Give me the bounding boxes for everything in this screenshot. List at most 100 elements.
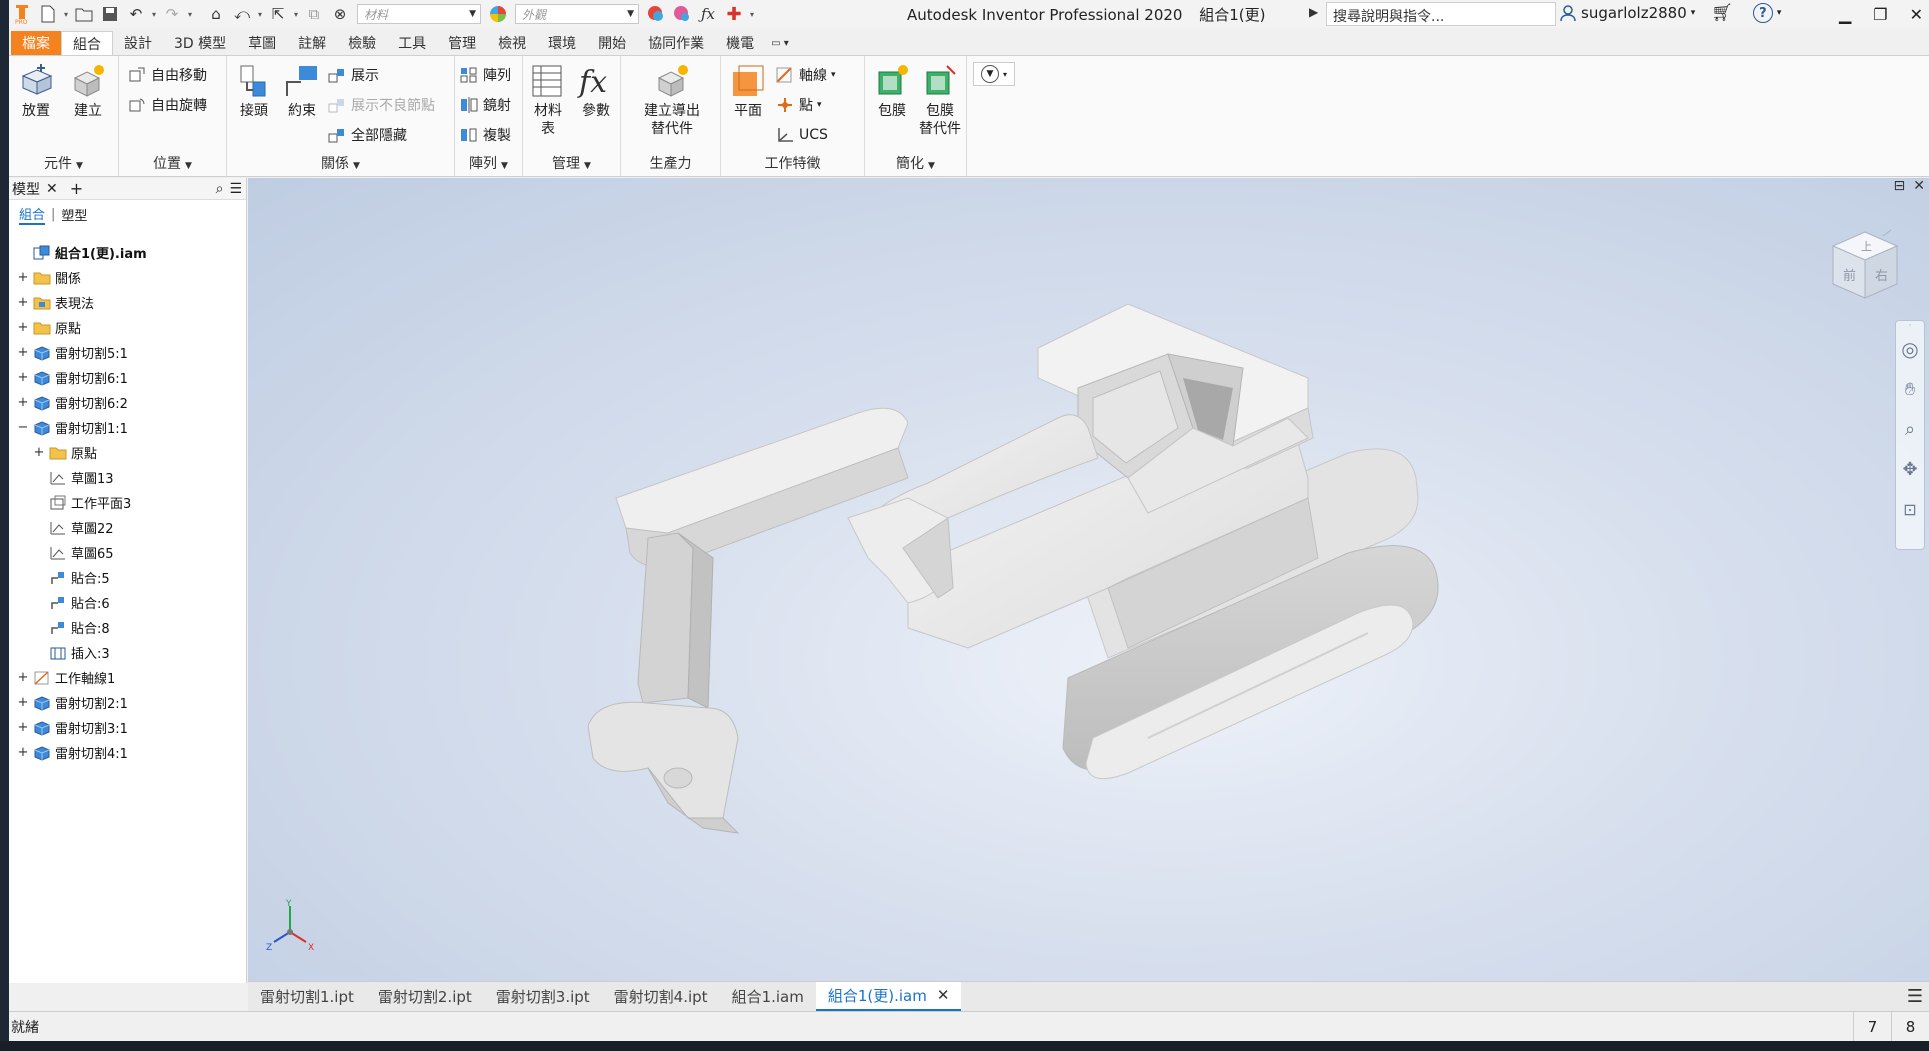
inventor-logo-icon[interactable]: PRO — [11, 3, 33, 25]
undo-dropdown-icon[interactable]: ▾ — [149, 10, 159, 19]
tree-node[interactable]: 貼合:5 — [9, 565, 247, 590]
help-dropdown-icon[interactable]: ▾ — [1777, 8, 1782, 18]
create-derived-substitute-button[interactable]: 建立導出 替代件 — [635, 62, 709, 138]
show-sick-button[interactable]: 展示不良節點 — [327, 94, 435, 116]
free-move-button[interactable]: 自由移動 — [127, 64, 207, 86]
tree-expander-icon[interactable]: + — [17, 370, 29, 385]
redo-dropdown-icon[interactable]: ▾ — [185, 10, 195, 19]
doc-tab-assembly1-modified[interactable]: 組合1(更).iam ✕ — [815, 981, 962, 1012]
tree-expander-icon[interactable]: + — [17, 345, 29, 360]
tree-node[interactable]: 插入:3 — [9, 640, 247, 665]
tab-assemble[interactable]: 組合 — [61, 31, 113, 55]
appearance-combo[interactable]: 外觀 ▼ — [515, 4, 639, 24]
update-icon[interactable]: ⧉ — [303, 3, 325, 25]
copy-button[interactable]: 複製 — [459, 124, 511, 146]
tree-node[interactable]: 組合1(更).iam — [9, 240, 247, 265]
tab-annotate[interactable]: 註解 — [287, 31, 337, 55]
tree-node[interactable]: + 雷射切割6:2 — [9, 390, 247, 415]
doc-tab-assembly1[interactable]: 組合1.iam — [720, 982, 816, 1012]
panel-simplification-title[interactable]: 簡化 ▼ — [865, 153, 966, 173]
tab-design[interactable]: 設計 — [113, 31, 163, 55]
save-icon[interactable] — [99, 3, 121, 25]
return-icon[interactable]: ⤺ — [231, 3, 253, 25]
tree-node[interactable]: 草圖13 — [9, 465, 247, 490]
restore-icon[interactable]: ❐ — [1873, 5, 1887, 24]
user-account[interactable]: sugarlolz2880 ▾ 🛒︎ ? ▾ — [1559, 3, 1781, 23]
browser-add-icon[interactable]: + — [70, 179, 83, 198]
tree-expander-icon[interactable]: + — [17, 270, 29, 285]
browser-close-icon[interactable]: ✕ — [46, 181, 58, 197]
tab-tools[interactable]: 工具 — [387, 31, 437, 55]
panel-component-title[interactable]: 元件 ▼ — [9, 153, 118, 173]
close-icon[interactable]: ✕ — [1910, 5, 1923, 24]
tab-collaborate[interactable]: 協同作業 — [637, 31, 715, 55]
panel-relationships-title[interactable]: 關係 ▼ — [227, 153, 454, 173]
view-modeling-link[interactable]: 塑型 — [61, 205, 87, 224]
pattern-button[interactable]: 陣列 — [459, 64, 511, 86]
panel-pattern-title[interactable]: 陣列 ▼ — [455, 153, 522, 173]
tree-node[interactable]: 草圖22 — [9, 515, 247, 540]
browser-menu-icon[interactable]: ☰ — [229, 181, 242, 197]
tree-expander-icon[interactable]: + — [17, 695, 29, 710]
tree-node[interactable]: + 表現法 — [9, 290, 247, 315]
tab-get-started[interactable]: 開始 — [587, 31, 637, 55]
customize-dropdown-icon[interactable]: ▾ — [747, 10, 757, 19]
show-button[interactable]: 展示 — [327, 64, 379, 86]
doc-tab-part1[interactable]: 雷射切割1.ipt — [248, 982, 366, 1012]
tree-node[interactable]: + 雷射切割6:1 — [9, 365, 247, 390]
cart-icon[interactable]: 🛒︎ — [1711, 3, 1733, 23]
tab-environments[interactable]: 環境 — [537, 31, 587, 55]
tree-node[interactable]: + 工作軸線1 — [9, 665, 247, 690]
expand-search-icon[interactable]: ▶ — [1309, 5, 1318, 19]
select-icon[interactable]: ⇱ — [267, 3, 289, 25]
open-folder-icon[interactable] — [73, 3, 95, 25]
tree-node[interactable]: 貼合:8 — [9, 615, 247, 640]
add-icon[interactable]: ✚ — [723, 3, 745, 25]
tree-node[interactable]: + 原點 — [9, 440, 247, 465]
tree-expander-icon[interactable]: + — [17, 670, 29, 685]
redo-icon[interactable]: ↷ — [161, 3, 183, 25]
ucs-button[interactable]: UCS — [775, 124, 828, 146]
tree-expander-icon[interactable]: + — [17, 720, 29, 735]
hide-all-button[interactable]: 全部隱藏 — [327, 124, 407, 146]
new-dropdown-icon[interactable]: ▾ — [61, 10, 71, 19]
bill-of-materials-button[interactable]: 材料 表 — [525, 62, 571, 138]
tab-3d-model[interactable]: 3D 模型 — [163, 31, 237, 55]
shrinkwrap-substitute-button[interactable]: 包膜 替代件 — [917, 62, 963, 138]
tree-node[interactable]: 工作平面3 — [9, 490, 247, 515]
graphics-viewport[interactable]: ⊟ ✕ 上 前 右 · ◎ ✋︎ ⌕ ✥ ⊡ Y X Z — [248, 178, 1929, 981]
tree-expander-icon[interactable]: − — [17, 420, 29, 435]
home-icon[interactable]: ⌂ — [205, 3, 227, 25]
tab-manage[interactable]: 管理 — [437, 31, 487, 55]
ribbon-extra-dropdown[interactable]: ▼ ▾ — [973, 62, 1015, 86]
material-icon[interactable]: ⊗ — [329, 3, 351, 25]
free-rotate-button[interactable]: 自由旋轉 — [127, 94, 207, 116]
return-dropdown-icon[interactable]: ▾ — [255, 10, 265, 19]
doc-tab-part2[interactable]: 雷射切割2.ipt — [366, 982, 484, 1012]
help-icon[interactable]: ? — [1752, 3, 1773, 23]
select-dropdown-icon[interactable]: ▾ — [291, 10, 301, 19]
tab-inspect[interactable]: 檢驗 — [337, 31, 387, 55]
plane-button[interactable]: 平面 — [725, 62, 771, 120]
document-menu-icon[interactable]: ☰ — [1907, 986, 1923, 1007]
create-component-button[interactable]: 建立 — [65, 62, 111, 120]
place-button[interactable]: 放置 — [13, 62, 59, 120]
tree-node[interactable]: 草圖65 — [9, 540, 247, 565]
parameters-button[interactable]: fx 參數 — [573, 62, 619, 120]
axis-button[interactable]: 軸線 ▾ — [775, 64, 836, 86]
view-assembly-link[interactable]: 組合 — [19, 204, 46, 225]
point-button[interactable]: 點 ▾ — [775, 94, 822, 116]
tree-node[interactable]: − 雷射切割1:1 — [9, 415, 247, 440]
tree-expander-icon[interactable]: + — [17, 745, 29, 760]
appearance-icon[interactable] — [487, 3, 509, 25]
tree-node[interactable]: 貼合:6 — [9, 590, 247, 615]
doc-tab-part3[interactable]: 雷射切割3.ipt — [484, 982, 602, 1012]
clear-appearance-icon[interactable] — [671, 3, 693, 25]
tab-electromechanical[interactable]: 機電 — [715, 31, 765, 55]
mirror-button[interactable]: 鏡射 — [459, 94, 511, 116]
tree-node[interactable]: + 雷射切割3:1 — [9, 715, 247, 740]
tree-node[interactable]: + 原點 — [9, 315, 247, 340]
shrinkwrap-button[interactable]: 包膜 — [869, 62, 915, 120]
tree-node[interactable]: + 雷射切割4:1 — [9, 740, 247, 765]
tree-expander-icon[interactable]: + — [17, 295, 29, 310]
